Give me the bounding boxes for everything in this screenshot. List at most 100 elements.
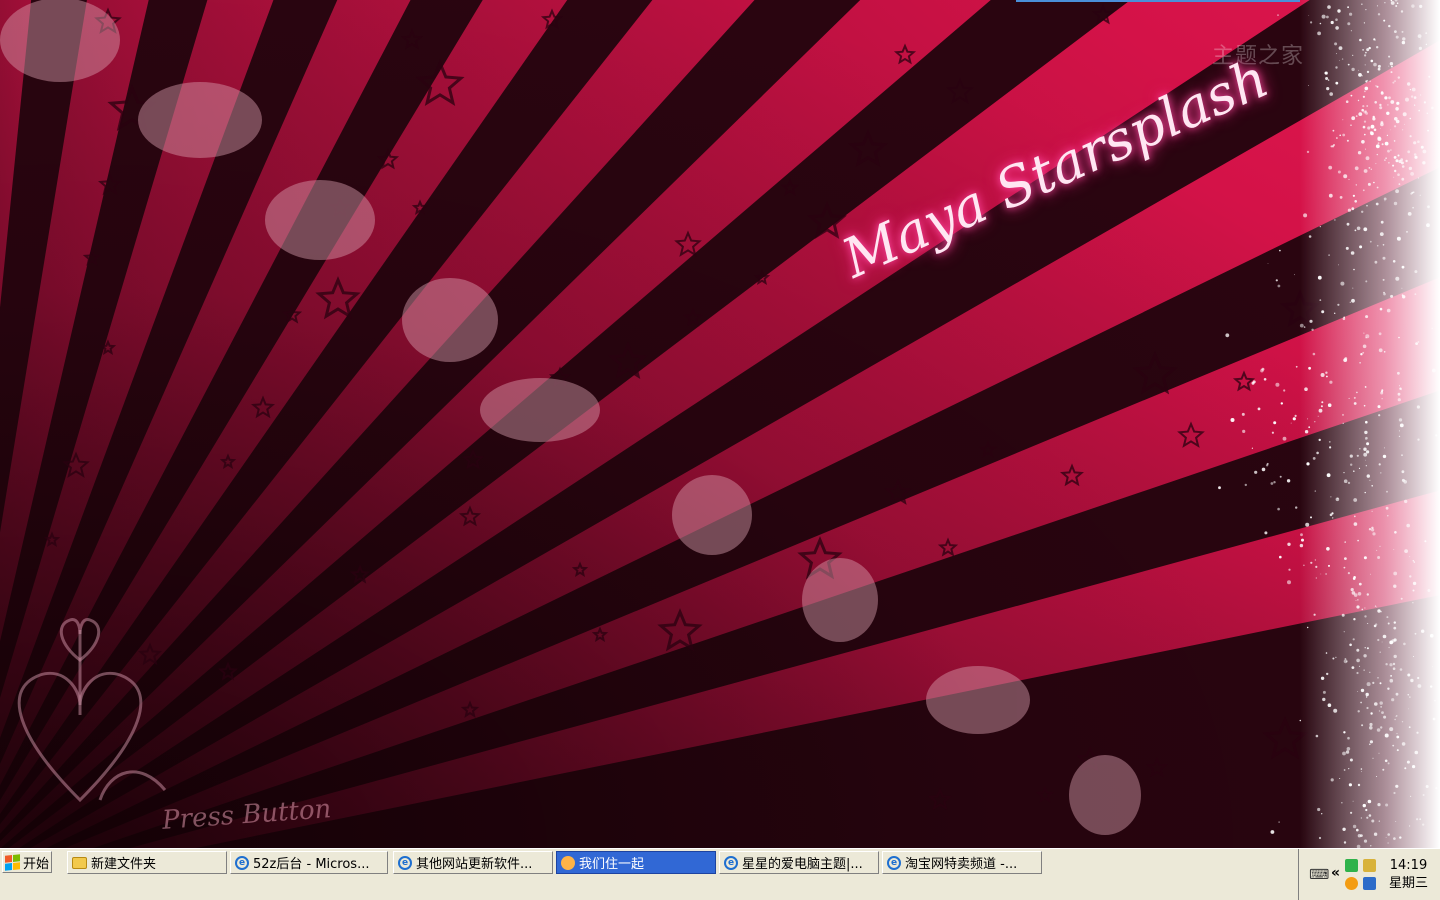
qq-tray-icon[interactable]	[1345, 877, 1358, 890]
sparkle-dot	[1412, 589, 1415, 592]
sparkle-dot	[1318, 438, 1321, 442]
sparkle-dot	[1307, 626, 1309, 629]
sparkle-dot	[1377, 67, 1381, 71]
sparkle-dot	[1393, 140, 1396, 142]
sparkle-dot	[1308, 15, 1310, 16]
sparkle-dot	[1306, 150, 1310, 154]
sparkle-dot	[1332, 129, 1335, 132]
sparkle-dot	[1413, 656, 1414, 657]
sparkle-dot	[1339, 778, 1341, 779]
sparkle-dot	[1417, 438, 1420, 441]
sparkle-dot	[1356, 454, 1359, 457]
sparkle-dot	[1341, 613, 1345, 617]
sparkle-dot	[1366, 105, 1369, 107]
sparkle-dot	[1366, 48, 1370, 52]
sparkle-dot	[1286, 479, 1291, 483]
sparkle-dot	[1417, 341, 1420, 343]
network-icon[interactable]	[1345, 859, 1358, 872]
sparkle-dot	[1346, 222, 1350, 226]
sparkle-dot	[1398, 418, 1403, 422]
shield-icon[interactable]	[1363, 877, 1376, 890]
clock[interactable]: 14:19 星期三	[1389, 857, 1428, 893]
sparkle-dot	[1294, 274, 1295, 276]
sparkle-dot	[1365, 156, 1370, 161]
sparkle-dot	[1273, 421, 1277, 425]
sparkle-dot	[1317, 807, 1321, 812]
sparkle-dot	[1265, 464, 1269, 467]
sparkle-dot	[1378, 752, 1380, 754]
sparkle-dot	[1394, 30, 1397, 33]
sparkle-dot	[1388, 646, 1390, 649]
sparkle-dot	[1342, 133, 1346, 137]
sparkle-dot	[1325, 77, 1329, 80]
sparkle-dot	[1351, 666, 1355, 669]
taskbar-button-taobao[interactable]: e 淘宝网特卖频道 -...	[882, 851, 1042, 874]
sparkle-dot	[1420, 94, 1422, 96]
sparkle-dot	[1326, 15, 1329, 19]
sparkle-dot	[1409, 556, 1411, 558]
desktop[interactable]: 主题之家 Maya Starsplash Press Button	[0, 0, 1440, 848]
sparkle-dot	[1345, 100, 1349, 103]
sparkle-dot	[1329, 446, 1332, 449]
sparkle-dot	[1380, 391, 1384, 395]
sparkle-dot	[1393, 176, 1395, 178]
sparkle-dot	[1416, 405, 1420, 409]
sparkle-dot	[1359, 38, 1362, 42]
sparkle-dot	[1378, 414, 1381, 417]
sparkle-dot	[1287, 542, 1291, 546]
sparkle-dot	[1414, 293, 1417, 296]
sparkle-dot	[1270, 830, 1275, 834]
taskbar: 开始 新建文件夹 e 52z后台 - Micros... e 其他网站更新软件.…	[0, 848, 1440, 900]
sparkle-dot	[1404, 767, 1407, 770]
sparkle-dot	[1352, 800, 1354, 802]
sparkle-dot	[1376, 153, 1379, 156]
sparkle-dot	[1425, 43, 1428, 46]
keyboard-icon[interactable]: ⌨	[1309, 867, 1329, 883]
sparkle-dot	[1350, 811, 1353, 814]
sparkle-dot	[1379, 232, 1384, 237]
sparkle-dot	[1320, 373, 1325, 377]
sparkle-dot	[1320, 676, 1325, 680]
sparkle-dot	[1377, 677, 1379, 679]
sparkle-dot	[1395, 821, 1397, 822]
sparkle-dot	[1394, 80, 1396, 82]
sparkle-dot	[1373, 62, 1377, 67]
printer-icon[interactable]	[1363, 859, 1376, 872]
sparkle-dot	[1319, 299, 1322, 301]
sparkle-dot	[1365, 420, 1368, 424]
task-label: 我们住一起	[579, 857, 645, 872]
taskbar-button-other-sites[interactable]: e 其他网站更新软件...	[393, 851, 553, 874]
sparkle-dot	[1366, 706, 1369, 710]
sparkle-dot	[1351, 298, 1355, 303]
sparkle-dot	[1366, 450, 1370, 454]
start-button[interactable]: 开始	[2, 851, 52, 873]
sparkle-dot	[1264, 531, 1268, 535]
taskbar-button-live-together[interactable]: 我们住一起	[556, 851, 716, 874]
sparkle-dot	[1391, 65, 1393, 68]
sparkle-dot	[1359, 362, 1361, 364]
sparkle-dot	[1364, 64, 1366, 66]
taskbar-button-new-folder[interactable]: 新建文件夹	[67, 851, 227, 874]
sparkle-dot	[1321, 401, 1324, 404]
sparkle-dot	[1339, 60, 1341, 61]
sparkle-dot	[1337, 170, 1341, 174]
sparkle-dot	[1342, 827, 1346, 831]
sparkle-dot	[1367, 799, 1372, 804]
sparkle-dot	[1382, 244, 1385, 246]
sparkle-dot	[1356, 605, 1360, 609]
sparkle-dot	[1390, 1, 1395, 5]
sparkle-dot	[1321, 14, 1326, 19]
tray-expand-button[interactable]: «	[1331, 865, 1340, 881]
sparkle-dot	[1365, 696, 1368, 698]
sparkle-dot	[1377, 803, 1381, 807]
sparkle-dot	[1407, 212, 1412, 216]
sparkle-dot	[1321, 310, 1325, 314]
sparkle-dot	[1328, 564, 1330, 567]
sparkle-dot	[1372, 757, 1374, 759]
taskbar-button-52z-admin[interactable]: e 52z后台 - Micros...	[230, 851, 388, 874]
sparkle-dot	[1353, 576, 1356, 579]
system-tray: ⌨ « 14:19 星期三	[1298, 849, 1440, 900]
taskbar-button-star-theme[interactable]: e 星星的爱电脑主题|...	[719, 851, 879, 874]
sparkle-dot	[1315, 577, 1317, 579]
sparkle-dot	[1339, 196, 1343, 199]
